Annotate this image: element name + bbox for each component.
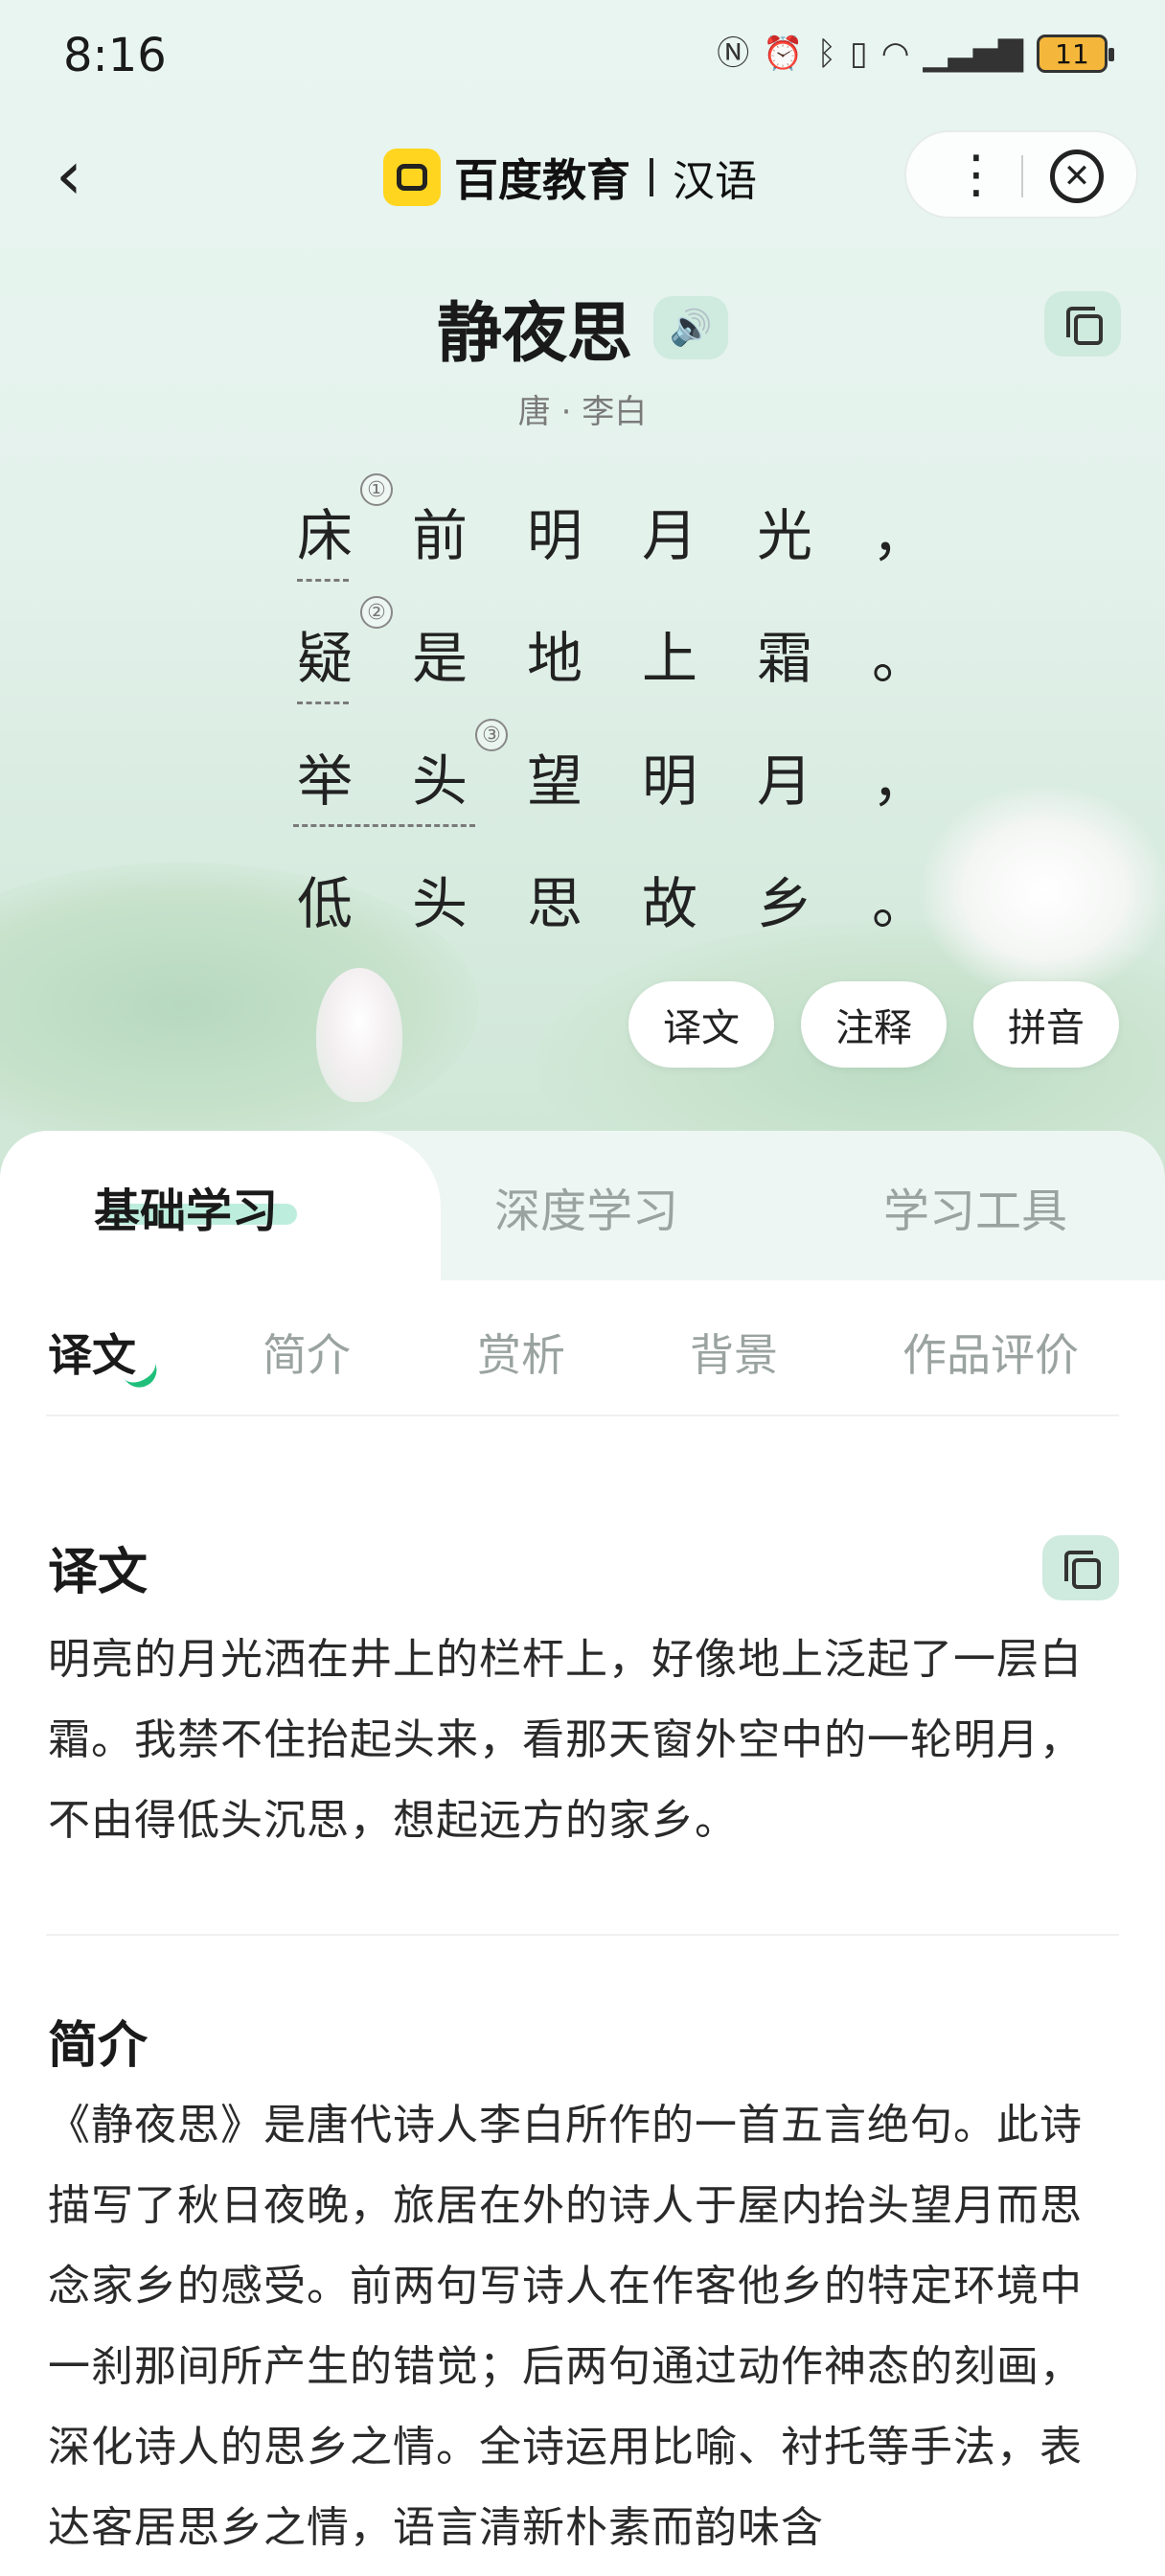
poem-punct: 。 [872,626,928,691]
content-panel: 译文 简介 赏析 背景 作品评价 译文 明亮的月光洒在井上的栏杆上，好像地上泛起… [0,1280,1165,2576]
baidu-education-logo-icon [383,149,441,206]
poem-punct: ， [872,503,928,568]
poem-punct: ， [872,748,928,814]
nfc-icon: Ⓝ [717,34,750,73]
subtab-reviews[interactable]: 作品评价 [902,1321,1079,1384]
top-nav-bar: ‹ 百度教育 汉语 ⋮ ✕ [0,125,1165,230]
annotation-toggle-button[interactable]: 注释 [801,981,947,1068]
translation-toggle-button[interactable]: 译文 [628,981,774,1068]
subtab-background[interactable]: 背景 [690,1321,778,1384]
battery-level: 11 [1055,37,1089,70]
poem-char: 月 [757,748,813,814]
more-dots-icon[interactable]: ⋮ [950,144,1002,204]
copy-icon [1066,307,1103,345]
poem-body: 床① 前 明 月 光 ， 疑② 是 地 上 霜 。 举 头③ 望 明 月 ， 低… [293,470,987,960]
poem-char: 上 [642,626,698,691]
translation-section-title: 译文 [48,1544,148,1601]
poem-title-row: 静夜思 🔊 [0,280,1165,375]
note-marker: ① [360,473,393,506]
pinyin-toggle-button[interactable]: 拼音 [973,981,1119,1068]
poem-char: 低 [297,871,354,936]
battery-icon: 11 [1037,34,1114,73]
tab-deep-learning[interactable]: 深度学习 [494,1173,678,1240]
poem-char: 望 [527,748,583,814]
main-tab-bar: 基础学习 深度学习 学习工具 [0,1131,1165,1280]
close-circle-icon[interactable]: ✕ [1050,150,1104,203]
sub-tab-bar: 译文 简介 赏析 背景 作品评价 [0,1280,1165,1414]
poem-line: 举 头③ 望 明 月 ， [293,715,987,838]
tab-learning-tools[interactable]: 学习工具 [883,1173,1067,1240]
intro-text: 《静夜思》是唐代诗人李白所作的一首五言绝句。此诗描写了秋日夜晚，旅居在外的诗人于… [48,2101,1083,2552]
bluetooth-icon: ᛒ [816,34,837,73]
poem-char: 思 [527,871,583,936]
poem-char: 地 [527,626,583,691]
poem-char: 是 [412,626,468,691]
poem-char-annotated[interactable]: 床① [297,473,412,582]
brand-divider [650,158,653,196]
lotus-bud-decoration [316,968,402,1102]
poem-char: 月 [642,503,698,568]
poem-char: 前 [412,503,468,568]
poem-char-annotated[interactable]: 举 [293,736,475,827]
brand-subtitle: 汉语 [673,157,757,206]
poem-line: 疑② 是 地 上 霜 。 [297,592,987,715]
capsule-divider [1021,155,1023,197]
vibrate-icon: ▯ [850,34,868,73]
poem-char: 故 [642,871,698,936]
poem-char: 光 [757,503,813,568]
status-bar: 8:16 Ⓝ ⏰ ᛒ ▯ ◠ ▁▃▅▇ 11 [0,0,1165,115]
poem-author: 唐 · 李白 [517,393,648,431]
divider [46,1414,1119,1416]
divider [46,1934,1119,1936]
speaker-icon[interactable]: 🔊 [653,295,728,359]
status-icons: Ⓝ ⏰ ᛒ ▯ ◠ ▁▃▅▇ 11 [717,34,1114,73]
back-chevron-icon[interactable]: ‹ [56,142,82,209]
poem-char: 霜 [757,626,813,691]
copy-poem-button[interactable] [1044,291,1121,356]
poem-char: 明 [527,503,583,568]
note-marker: ② [360,596,393,629]
subtab-appreciation[interactable]: 赏析 [477,1321,565,1384]
copy-translation-button[interactable] [1042,1535,1119,1600]
brand-name: 百度教育 [454,154,630,206]
poem-line: 床① 前 明 月 光 ， [297,470,987,592]
copy-icon [1064,1551,1101,1589]
intro-section-title: 简介 [48,2017,148,2075]
poem-char: 明 [642,748,698,814]
poem-char-annotated[interactable]: 头③ [412,719,527,816]
poem-char: 乡 [757,871,813,936]
poem-line: 低 头 思 故 乡 。 [297,838,987,960]
translation-text: 明亮的月光洒在井上的栏杆上，好像地上泛起了一层白霜。我禁不住抬起头来，看那天窗外… [48,1635,1083,1845]
signal-icon: ▁▃▅▇ [923,34,1023,73]
poem-char-annotated[interactable]: 疑② [297,596,412,704]
tab-basic-learning[interactable]: 基础学习 [94,1173,278,1240]
alarm-icon: ⏰ [763,34,804,73]
poem-title: 静夜思 [436,296,632,372]
note-marker: ③ [475,719,508,751]
poem-punct: 。 [872,871,928,936]
poem-char: 头 [412,871,468,936]
mini-program-capsule: ⋮ ✕ [904,130,1138,218]
wifi-icon: ◠ [880,34,910,73]
brand-title: 百度教育 汉语 [383,146,757,209]
status-time: 8:16 [63,29,167,82]
subtab-intro[interactable]: 简介 [263,1321,351,1384]
